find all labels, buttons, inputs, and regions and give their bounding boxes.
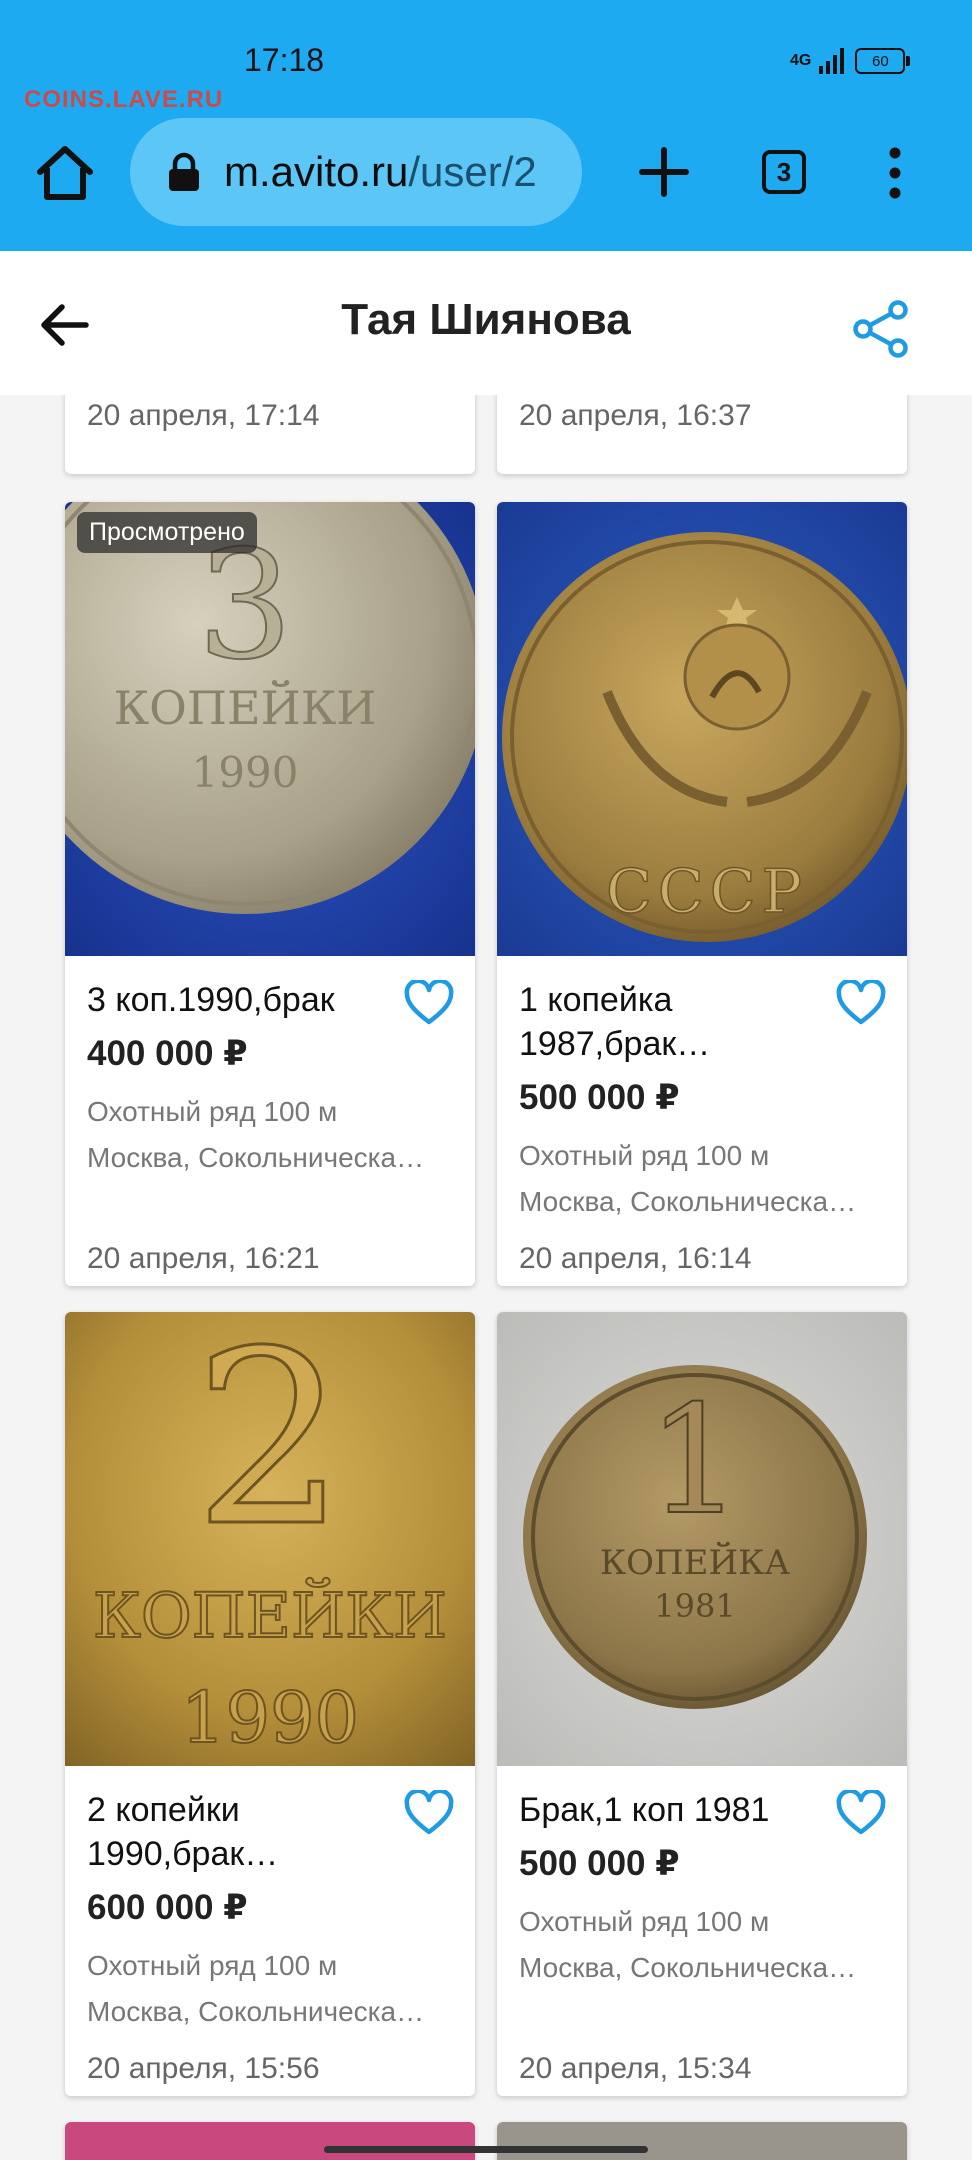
favorite-heart-icon[interactable]: [403, 980, 455, 1026]
listing-price: 600 000 ₽: [87, 1888, 248, 1927]
page-header: Тая Шиянова: [0, 251, 972, 395]
listing-address: Охотный ряд 100 м: [519, 1140, 770, 1171]
listing-date: 20 апреля, 16:14: [519, 1242, 752, 1275]
listing-address: Охотный ряд 100 м: [87, 1096, 338, 1127]
listing-date: 20 апреля, 15:34: [519, 2052, 752, 2085]
listing-date: 20 апреля, 16:21: [87, 1242, 320, 1275]
listing-photo[interactable]: 1 КОПЕЙКА 1981: [497, 1312, 907, 1766]
listing-price: 500 000 ₽: [519, 1078, 680, 1117]
coin-year: 1990: [192, 748, 299, 797]
url-text: m.avito.ru/user/2: [224, 148, 537, 196]
listing-card[interactable]: 20 апреля, 16:37: [497, 395, 907, 474]
favorite-heart-icon[interactable]: [835, 1790, 887, 1836]
gesture-bar[interactable]: [324, 2146, 648, 2153]
listing-card[interactable]: 20 апреля, 17:14: [65, 395, 475, 474]
listing-city: Москва, Сокольническа…: [519, 1186, 857, 1217]
listing-address: Охотный ряд 100 м: [519, 1906, 770, 1937]
watermark: COINS.LAVE.RU: [24, 86, 224, 113]
listing-date: 20 апреля, 15:56: [87, 2052, 320, 2085]
listing-photo[interactable]: 3 КОПЕЙКИ 1990: [65, 502, 475, 956]
listing-photo[interactable]: СССР: [497, 502, 907, 956]
url-host: m.avito.ru: [224, 148, 409, 195]
coin-year: 1990: [181, 1677, 359, 1759]
favorite-heart-icon[interactable]: [835, 980, 887, 1026]
favorite-heart-icon[interactable]: [403, 1790, 455, 1836]
listing-title[interactable]: 1 копейка 1987,брак…: [519, 978, 819, 1066]
listing-city: Москва, Сокольническа…: [87, 1996, 425, 2027]
browser-toolbar: 17:18 COINS.LAVE.RU 4G 60 m.avito.ru/use…: [0, 0, 972, 251]
lock-icon: [169, 152, 199, 191]
coin-legend: КОПЕЙКА: [600, 1541, 791, 1583]
listing-title[interactable]: 2 копейки 1990,брак…: [87, 1788, 387, 1876]
listing-card[interactable]: 2 КОПЕЙКИ 1990 2 копейки 1990,брак… 600 …: [65, 1312, 475, 2096]
home-icon[interactable]: [34, 142, 96, 204]
status-icons: 4G 60: [790, 46, 911, 76]
listing-price: 500 000 ₽: [519, 1844, 680, 1883]
listing-date: 20 апреля, 17:14: [87, 399, 320, 432]
signal-icon: [819, 48, 845, 74]
listing-photo[interactable]: 2 КОПЕЙКИ 1990: [65, 1312, 475, 1766]
coin-year: 1981: [654, 1587, 735, 1625]
tab-count: 3: [776, 156, 792, 187]
listing-card[interactable]: 3 КОПЕЙКИ 1990 Просмотрено 3 коп.1990,бр…: [65, 502, 475, 1286]
url-path: /user/2: [408, 148, 537, 195]
listing-card[interactable]: 1 КОПЕЙКА 1981 Брак,1 коп 1981 500 000 ₽…: [497, 1312, 907, 2096]
listing-card[interactable]: СССР 1 копейка 1987,брак… 500 000 ₽ Охот…: [497, 502, 907, 1286]
listing-title[interactable]: Брак,1 коп 1981: [519, 1788, 819, 1832]
listing-address: Охотный ряд 100 м: [87, 1950, 338, 1981]
coin-denomination: 2: [194, 1312, 347, 1579]
coin-legend: КОПЕЙКИ: [93, 1578, 447, 1652]
more-menu-icon[interactable]: [880, 146, 910, 200]
listing-city: Москва, Сокольническа…: [519, 1952, 857, 1983]
coin-legend: СССР: [606, 857, 808, 927]
share-icon[interactable]: [852, 299, 910, 359]
listing-card[interactable]: [497, 2122, 907, 2160]
new-tab-icon[interactable]: [636, 144, 692, 200]
listing-price: 400 000 ₽: [87, 1034, 248, 1073]
coin-legend: КОПЕЙКИ: [114, 679, 377, 735]
battery-icon: 60: [855, 48, 911, 74]
status-time: 17:18: [244, 42, 325, 78]
listing-date: 20 апреля, 16:37: [519, 399, 752, 432]
listing-city: Москва, Сокольническа…: [87, 1142, 425, 1173]
network-label: 4G: [790, 52, 812, 69]
coin-denomination: 1: [647, 1374, 742, 1548]
listing-title[interactable]: 3 коп.1990,брак: [87, 978, 387, 1022]
tab-switcher-button[interactable]: 3: [762, 150, 806, 194]
listings-feed: 20 апреля, 17:14 20 апреля, 16:37 3 КОПЕ…: [0, 395, 972, 2160]
address-bar[interactable]: m.avito.ru/user/2: [130, 118, 582, 226]
page-title: Тая Шиянова: [341, 295, 631, 344]
listing-card[interactable]: [65, 2122, 475, 2160]
battery-level: 60: [872, 52, 889, 70]
viewed-badge: Просмотрено: [77, 512, 257, 553]
